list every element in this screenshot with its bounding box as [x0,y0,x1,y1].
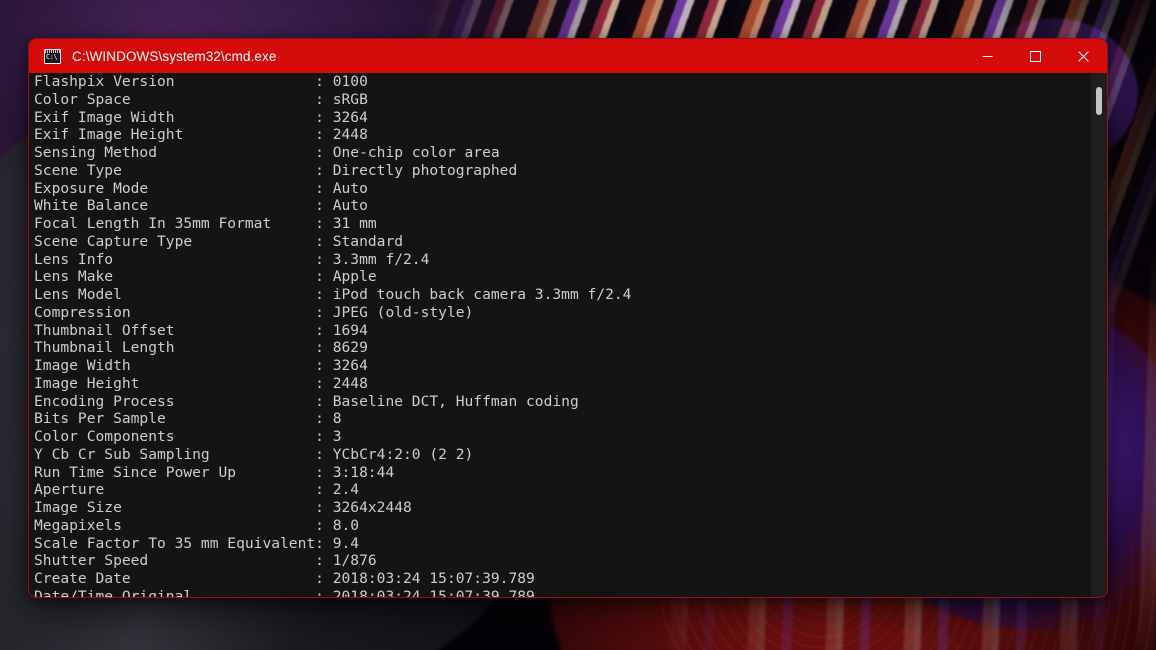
terminal-row: Encoding Process : Baseline DCT, Huffman… [34,392,579,410]
terminal-row: Run Time Since Power Up : 3:18:44 [34,463,395,481]
terminal-row: Bits Per Sample : 8 [34,410,342,428]
terminal-row: White Balance : Auto [34,197,368,215]
maximize-icon [1029,50,1041,62]
terminal-row: Image Width : 3264 [34,357,368,374]
scrollbar-thumb[interactable] [1096,86,1102,116]
terminal-row: Lens Model : iPod touch back camera 3.3m… [34,286,632,303]
terminal-row: Compression : JPEG (old-style) [34,303,474,321]
desktop: C:\WINDOWS\system32\cmd.exe [0,0,1156,650]
close-button[interactable] [1059,39,1107,73]
cmd-console-icon [44,48,61,64]
terminal-output-area[interactable]: Flashpix Version : 0100 Color Space : sRG… [29,73,1107,597]
maximize-button[interactable] [1011,39,1059,73]
terminal-row: Shutter Speed : 1/876 [34,552,377,570]
terminal-row: Sensing Method : One-chip color area [34,144,500,161]
terminal-row: Scale Factor To 35 mm Equivalent: 9.4 [34,534,360,552]
terminal-row: Thumbnail Offset : 1694 [34,321,368,339]
terminal-row: Scene Type : Directly photographed [34,161,518,179]
terminal-row: Megapixels : 8.0 [34,516,360,534]
terminal-row: Exposure Mode : Auto [34,179,368,197]
terminal-row: Scene Capture Type : Standard [34,232,404,250]
terminal-row: Exif Image Height : 2448 [34,126,368,144]
window-controls [963,39,1107,73]
terminal-row: Lens Make : Apple [34,268,377,286]
terminal-row: Image Size : 3264x2448 [34,499,412,516]
terminal-row: Exif Image Width : 3264 [34,108,368,126]
terminal-row: Y Cb Cr Sub Sampling : YCbCr4:2:0 (2 2) [34,445,474,463]
cmd-console-window[interactable]: C:\WINDOWS\system32\cmd.exe [28,38,1108,598]
terminal-row: Date/Time Original : 2018:03:24 15:07:39… [34,587,535,597]
minimize-icon [982,55,992,57]
terminal-row: Flashpix Version : 0100 [34,73,368,90]
terminal-text: Flashpix Version : 0100 Color Space : sRG… [34,73,1089,597]
terminal-row: Image Height : 2448 [34,374,368,392]
terminal-row: Thumbnail Length : 8629 [34,339,368,357]
vertical-scrollbar[interactable] [1091,73,1107,597]
close-icon [1077,50,1089,62]
terminal-row: Color Components : 3 [34,428,342,445]
terminal-row: Lens Info : 3.3mm f/2.4 [34,250,430,268]
window-title: C:\WINDOWS\system32\cmd.exe [72,48,277,64]
terminal-row: Aperture : 2.4 [34,481,360,499]
minimize-button[interactable] [963,39,1011,73]
terminal-row: Color Space : sRGB [34,90,368,108]
window-titlebar[interactable]: C:\WINDOWS\system32\cmd.exe [29,39,1107,73]
terminal-row: Focal Length In 35mm Format : 31 mm [34,215,377,232]
terminal-row: Create Date : 2018:03:24 15:07:39.789 [34,570,535,587]
